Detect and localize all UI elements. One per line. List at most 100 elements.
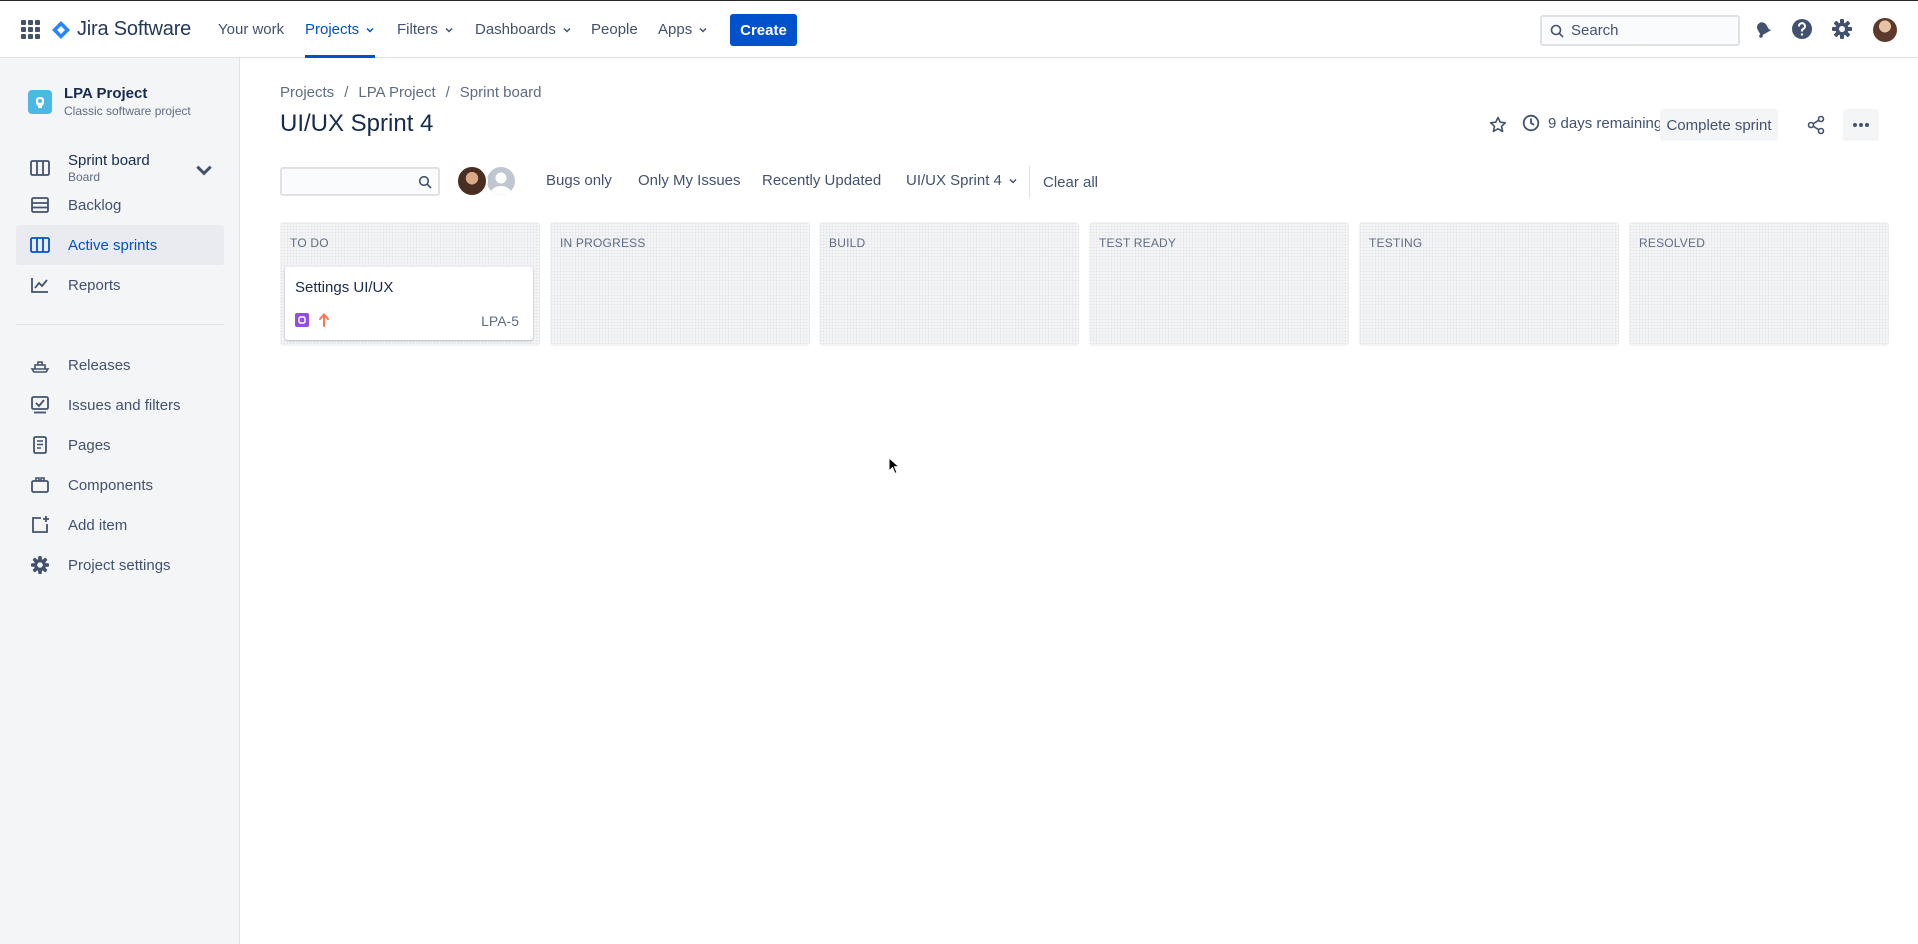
board-column-testing: TESTING [1359,222,1619,346]
board-column-test-ready: TEST READY [1089,222,1349,346]
notification-icon[interactable] [1752,18,1774,40]
breadcrumb-projects[interactable]: Projects [280,84,334,101]
unassigned-avatar[interactable] [485,165,517,197]
nav-projects-label: Projects [305,21,360,38]
ship-icon [30,361,50,373]
filter-label: Bugs only [546,172,612,189]
nav-your-work[interactable]: Your work [218,1,284,58]
nav-dashboards[interactable]: Dashboards [475,1,572,58]
issue-key[interactable]: LPA-5 [481,313,519,329]
filter-only-my-issues[interactable]: Only My Issues [638,172,741,189]
sidebar-item-reports[interactable]: Reports [16,265,224,305]
sidebar-item-issues-and-filters[interactable]: Issues and filters [16,385,224,425]
nav-filters[interactable]: Filters [397,1,454,58]
search-input[interactable]: Search [1540,15,1740,46]
person-icon [490,172,512,195]
sidebar-item-pages[interactable]: Pages [16,425,224,465]
project-sidebar: LPA Project Classic software project Spr… [0,58,240,944]
sidebar-item-add-item[interactable]: Add item [16,505,224,545]
filter-divider [1029,166,1030,198]
reports-icon [31,278,48,293]
star-icon[interactable] [1489,116,1507,134]
filter-recently-updated[interactable]: Recently Updated [762,172,881,189]
breadcrumb-separator: / [344,84,349,101]
mouse-cursor-icon [888,457,900,475]
story-icon [295,313,309,327]
board-column-to-do: TO DO Settings UI/UX LPA-5 [280,222,540,346]
board-search-input[interactable] [280,167,440,196]
page-title: UI/UX Sprint 4 [280,110,434,137]
breadcrumb: Projects / LPA Project / Sprint board [280,84,542,101]
chevron-down-icon[interactable] [194,160,214,180]
sidebar-item-sprint-board[interactable]: Sprint board Board [16,146,224,190]
sidebar-item-sub: Board [68,170,101,184]
sidebar-item-backlog[interactable]: Backlog [16,185,224,225]
sprint-icon [30,237,50,253]
chevron-down-icon [563,27,571,33]
nav-filters-label: Filters [397,21,438,38]
column-title: RESOLVED [1639,236,1706,250]
user-avatar[interactable] [1873,18,1897,42]
sidebar-item-label: Pages [68,436,111,454]
complete-sprint-button[interactable]: Complete sprint [1660,109,1778,141]
nav-people-label: People [591,21,638,38]
remaining-text: 9 days remaining [1548,114,1663,132]
nav-apps-label: Apps [658,21,693,38]
sprint-remaining: 9 days remaining [1522,114,1662,132]
project-header[interactable]: LPA Project Classic software project [28,85,191,118]
logo-text: Jira Software [77,18,192,40]
create-button[interactable]: Create [730,14,797,46]
sidebar-item-label: Releases [68,356,131,374]
app-switcher-icon[interactable] [21,20,40,39]
sidebar-item-label: Issues and filters [68,396,181,414]
settings-icon[interactable] [1831,18,1853,40]
search-placeholder: Search [1571,22,1619,39]
nav-people[interactable]: People [591,1,638,58]
sidebar-item-components[interactable]: Components [16,465,224,505]
project-type: Classic software project [64,104,191,118]
backlog-icon [31,197,49,213]
sidebar-item-label: Backlog [68,196,122,214]
top-navigation: Jira Software Your work Projects Filters… [0,0,1918,58]
page-icon [33,436,47,454]
filter-label: UI/UX Sprint 4 [906,172,1002,189]
chevron-down-icon [445,27,453,33]
filter-bugs-only[interactable]: Bugs only [546,172,612,189]
sidebar-item-project-settings[interactable]: Project settings [16,545,224,585]
issue-card[interactable]: Settings UI/UX LPA-5 [285,267,533,340]
card-summary: Settings UI/UX [295,279,394,296]
more-actions-button[interactable] [1843,109,1879,141]
help-icon[interactable] [1791,18,1813,40]
rocket-icon [36,96,44,108]
nav-your-work-label: Your work [218,21,285,38]
nav-apps[interactable]: Apps [658,1,708,58]
filter-label: Recently Updated [762,172,882,189]
clear-all-button[interactable]: Clear all [1043,174,1098,191]
sidebar-item-releases[interactable]: Releases [16,345,224,385]
sidebar-item-label: Sprint board [68,152,150,169]
sidebar-item-active-sprints[interactable]: Active sprints [16,225,224,265]
breadcrumb-project[interactable]: LPA Project [358,84,435,101]
sidebar-item-label: Components [68,476,154,494]
add-item-icon [32,516,49,533]
assignee-avatar[interactable] [456,165,488,197]
sidebar-divider [16,324,224,325]
sidebar-item-label: Project settings [68,556,171,574]
breadcrumb-board[interactable]: Sprint board [460,84,542,101]
project-avatar [28,89,52,114]
nav-projects[interactable]: Projects [305,1,376,58]
more-icon [1853,123,1869,127]
jira-logo[interactable]: Jira Software [51,18,191,41]
filter-label: Only My Issues [638,172,741,189]
nav-dashboards-label: Dashboards [475,21,556,38]
chevron-down-icon [366,27,374,33]
clock-icon [1522,114,1540,132]
share-icon[interactable] [1806,115,1826,135]
column-title: TEST READY [1099,236,1177,250]
filter-sprint-dropdown[interactable]: UI/UX Sprint 4 [906,172,1018,189]
sidebar-item-label: Reports [68,276,121,294]
sidebar-item-label: Add item [68,516,128,534]
gear-icon [31,556,49,574]
search-icon [1550,24,1564,38]
chevron-down-icon [1009,178,1017,184]
